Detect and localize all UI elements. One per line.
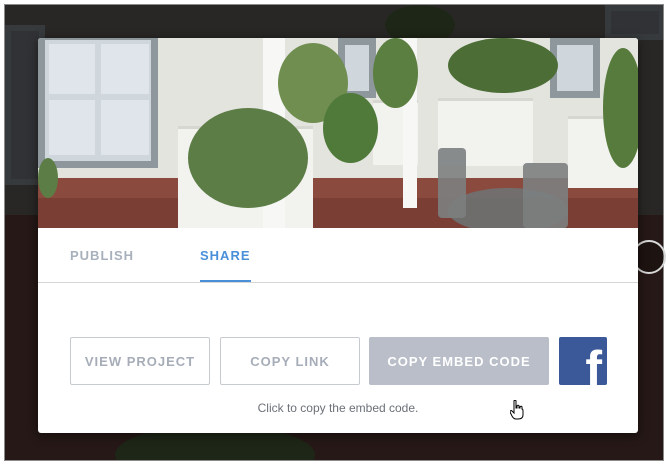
project-thumbnail	[38, 38, 638, 228]
thumbnail-foliage	[323, 93, 378, 163]
thumbnail-chair	[438, 148, 466, 218]
embed-hint-text: Click to copy the embed code.	[257, 401, 419, 415]
view-project-button[interactable]: VIEW PROJECT	[70, 337, 210, 385]
copy-embed-code-button[interactable]: COPY EMBED CODE	[369, 337, 549, 385]
thumbnail-foliage	[603, 48, 638, 168]
tab-share[interactable]: SHARE	[200, 248, 251, 263]
facebook-icon: f	[585, 341, 602, 385]
thumbnail-foliage	[448, 38, 558, 93]
share-modal: PUBLISH SHARE VIEW PROJECT COPY LINK COP…	[38, 38, 638, 433]
facebook-share-button[interactable]: f	[559, 337, 607, 385]
tab-publish[interactable]: PUBLISH	[70, 248, 134, 263]
thumbnail-window	[38, 38, 158, 168]
share-tabs: PUBLISH SHARE	[38, 228, 638, 283]
active-tab-indicator	[200, 280, 251, 282]
hand-cursor-icon	[510, 400, 524, 420]
copy-link-button[interactable]: COPY LINK	[220, 337, 360, 385]
thumbnail-foliage	[373, 38, 418, 108]
thumbnail-foliage	[188, 108, 308, 208]
thumbnail-chair	[523, 163, 568, 228]
thumbnail-foliage	[38, 158, 58, 198]
